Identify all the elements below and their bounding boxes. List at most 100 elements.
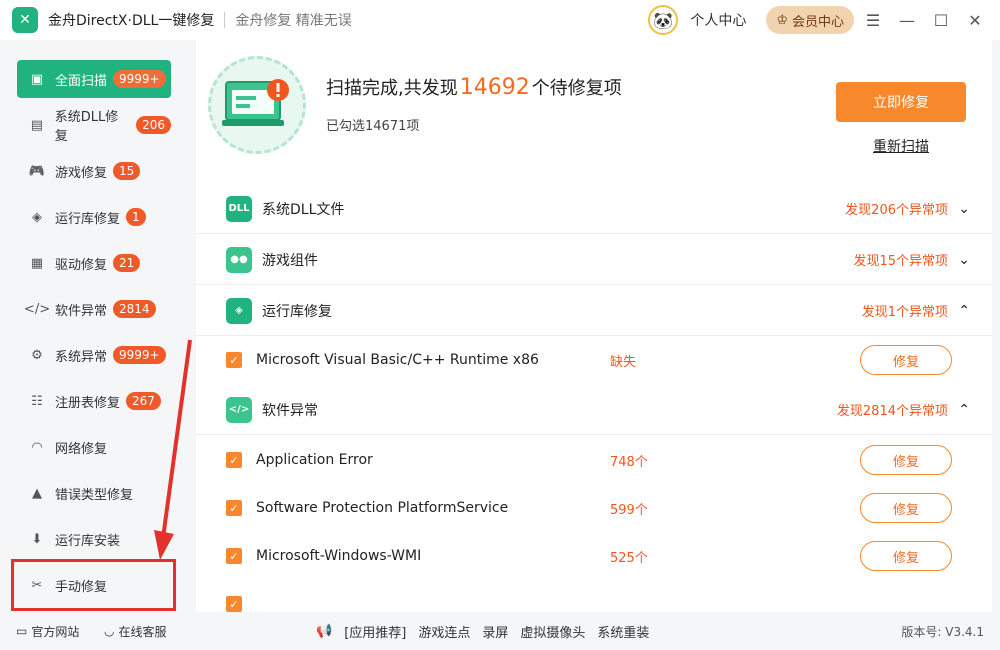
item-name: Microsoft-Windows-WMI (256, 548, 422, 564)
list-item: ✓ Microsoft-Windows-WMI 525个 修复 (196, 532, 992, 580)
monitor-icon: ▭ (16, 624, 28, 638)
sidebar-item-system-exception[interactable]: ⚙ 系统异常 9999+ (17, 336, 171, 374)
count-badge: 15 (113, 162, 141, 180)
footer: ▭ 官方网站 ◡ 在线客服 📢 [应用推荐] 游戏连点 录屏 虚拟摄像头 系统重… (0, 612, 1000, 650)
category-row-software[interactable]: </> 软件异常 发现2814个异常项 ⌃ (196, 385, 992, 435)
count-badge: 1 (126, 208, 146, 226)
item-checkbox[interactable]: ✓ (226, 596, 242, 612)
online-support-link[interactable]: ◡ 在线客服 (104, 623, 167, 640)
avatar[interactable]: 🐼 (648, 5, 679, 35)
sidebar-item-game-repair[interactable]: 🎮 游戏修复 15 (17, 152, 171, 190)
category-label: 系统DLL文件 (262, 201, 345, 218)
runtime-icon: ◈ (32, 209, 42, 225)
app-logo-icon: ✕ (12, 7, 38, 33)
code-icon: </> (226, 396, 252, 423)
version-label: 版本号: V3.4.1 (901, 624, 984, 639)
personal-center-link[interactable]: 个人中心 (690, 10, 746, 30)
recommend-link[interactable]: 录屏 (482, 622, 508, 641)
recommend-link[interactable]: 游戏连点 (418, 622, 470, 641)
category-status: 发现15个异常项 (853, 254, 948, 269)
title-bar: ✕ 金舟DirectX·DLL一键修复 金舟修复 精准无误 🐼 个人中心 ♔ 会… (0, 0, 1000, 40)
item-status: 525个 (610, 550, 648, 566)
megaphone-icon: 📢 (316, 623, 333, 639)
sidebar-item-label: 运行库安装 (55, 533, 121, 549)
warning-icon: ▲ (32, 485, 42, 501)
sidebar-item-error-type-repair[interactable]: ▲ 错误类型修复 (17, 474, 171, 512)
sidebar-item-driver-repair[interactable]: ▦ 驱动修复 21 (17, 244, 171, 282)
category-row-runtime[interactable]: ◈ 运行库修复 发现1个异常项 ⌃ (196, 286, 992, 336)
app-recommend-label: [应用推荐] (344, 625, 407, 641)
app-title: 金舟DirectX·DLL一键修复 (48, 13, 215, 29)
list-item: ✓ Microsoft Visual Basic/C++ Runtime x86… (196, 336, 992, 384)
item-repair-button[interactable]: 修复 (860, 345, 952, 375)
highlight-arrow-icon (154, 339, 192, 560)
item-repair-button[interactable]: 修复 (860, 541, 952, 571)
item-repair-button[interactable]: 修复 (860, 445, 952, 475)
item-checkbox[interactable]: ✓ (226, 500, 242, 516)
list-item-partial: ✓ (196, 580, 992, 612)
menu-icon[interactable]: ☰ (858, 5, 888, 35)
sidebar-item-label: 网络修复 (55, 441, 108, 457)
sidebar-item-label: 软件异常 (55, 303, 108, 319)
sidebar-item-network-repair[interactable]: ◠ 网络修复 (17, 428, 171, 466)
item-repair-button[interactable]: 修复 (860, 493, 952, 523)
online-support-label: 在线客服 (118, 624, 167, 639)
crown-icon: ♔ (776, 12, 788, 28)
scan-icon: ▣ (30, 71, 44, 87)
item-checkbox[interactable]: ✓ (226, 452, 242, 468)
scan-title-suffix: 个待修复项 (531, 78, 622, 99)
sidebar-item-dll-repair[interactable]: ▤ 系统DLL修复 206 (17, 106, 171, 144)
vip-center-button[interactable]: ♔ 会员中心 (766, 6, 854, 34)
item-name: Microsoft Visual Basic/C++ Runtime x86 (256, 352, 539, 368)
recommend-link[interactable]: 系统重装 (597, 622, 649, 641)
rescan-link[interactable]: 重新扫描 (873, 136, 929, 156)
close-icon[interactable]: ✕ (960, 5, 990, 35)
headset-icon: ◡ (104, 624, 115, 638)
scan-title-prefix: 扫描完成,共发现 (326, 78, 458, 99)
repair-now-button[interactable]: 立即修复 (836, 82, 966, 122)
scan-summary-title: 扫描完成,共发现 14692 个待修复项 (326, 74, 622, 100)
category-row-game[interactable]: ●● 游戏组件 发现15个异常项 ⌄ (196, 235, 992, 285)
item-status: 748个 (610, 454, 648, 470)
gear-icon: ⚙ (31, 347, 43, 363)
dll-icon: ▤ (30, 117, 43, 133)
item-name: Application Error (256, 452, 373, 468)
scan-result-header: 扫描完成,共发现 14692 个待修复项 已勾选14671项 立即修复 重新扫描 (196, 40, 992, 180)
sidebar-item-full-scan[interactable]: ▣ 全面扫描 9999+ (17, 60, 171, 98)
title-divider (224, 12, 226, 28)
sidebar-item-label: 驱动修复 (55, 257, 108, 273)
sidebar-item-runtime-install[interactable]: ⬇ 运行库安装 (17, 520, 171, 558)
sidebar-item-registry-repair[interactable]: ☷ 注册表修复 267 (17, 382, 171, 420)
item-checkbox[interactable]: ✓ (226, 352, 242, 368)
official-website-label: 官方网站 (31, 624, 80, 639)
sidebar-item-software-exception[interactable]: </> 软件异常 2814 (17, 290, 171, 328)
category-status: 发现206个异常项 (845, 203, 948, 218)
highlight-box (11, 559, 176, 611)
install-icon: ⬇ (31, 531, 43, 547)
item-status: 缺失 (610, 354, 637, 370)
chevron-down-icon[interactable]: ⌄ (958, 201, 970, 217)
chevron-down-icon[interactable]: ⌄ (958, 252, 970, 268)
category-label: 游戏组件 (262, 252, 318, 269)
sidebar-item-runtime-repair[interactable]: ◈ 运行库修复 1 (17, 198, 171, 236)
count-badge: 9999+ (113, 70, 166, 88)
selected-count-text: 已勾选14671项 (326, 119, 420, 134)
category-status: 发现2814个异常项 (836, 404, 948, 419)
dll-icon: DLL (226, 195, 252, 222)
minimize-icon[interactable]: — (892, 5, 922, 35)
wifi-icon: ◠ (31, 439, 43, 455)
maximize-icon[interactable]: ☐ (926, 5, 956, 35)
recommend-link[interactable]: 虚拟摄像头 (520, 622, 585, 641)
item-checkbox[interactable]: ✓ (226, 548, 242, 564)
sidebar-item-label: 全面扫描 (55, 73, 108, 89)
gamepad-icon: 🎮 (28, 163, 46, 179)
category-label: 运行库修复 (262, 303, 332, 320)
sidebar-item-label: 错误类型修复 (55, 487, 134, 503)
list-item: ✓ Application Error 748个 修复 (196, 436, 992, 484)
sidebar-item-label: 系统DLL修复 (54, 110, 119, 144)
chevron-up-icon[interactable]: ⌃ (958, 402, 970, 418)
category-row-dll[interactable]: DLL 系统DLL文件 发现206个异常项 ⌄ (196, 184, 992, 234)
count-badge: 21 (113, 254, 141, 272)
chevron-up-icon[interactable]: ⌃ (958, 303, 970, 319)
official-website-link[interactable]: ▭ 官方网站 (16, 623, 79, 640)
